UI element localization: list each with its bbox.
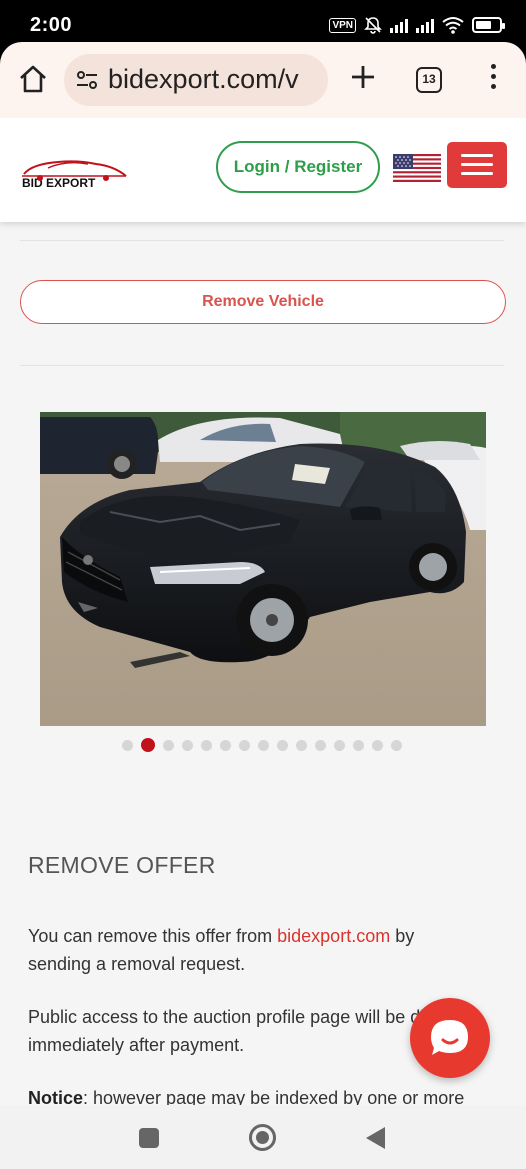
url-text[interactable]: bidexport.com/v: [108, 64, 299, 95]
remove-offer-paragraph-1: You can remove this offer from bidexport…: [28, 922, 478, 978]
signal-icon: [390, 17, 408, 33]
web-page: BID EXPORT Login / Register Remove Vehic…: [0, 118, 526, 1105]
bidexport-logo[interactable]: BID EXPORT: [18, 156, 130, 192]
signal-icon-2: [416, 17, 434, 33]
carousel-dot[interactable]: [353, 739, 364, 751]
site-settings-icon[interactable]: [76, 70, 98, 90]
bell-muted-icon: [364, 17, 382, 34]
carousel-dot[interactable]: [141, 738, 155, 752]
battery-icon: [472, 17, 505, 33]
back-button[interactable]: [366, 1127, 385, 1149]
browser-toolbar: bidexport.com/v 13: [0, 42, 526, 118]
divider: [20, 365, 504, 366]
tab-switcher-button[interactable]: 13: [416, 67, 442, 93]
p1-text-before: You can remove this offer from: [28, 926, 278, 946]
login-register-button[interactable]: Login / Register: [216, 141, 380, 193]
home-button[interactable]: [249, 1124, 276, 1151]
remove-vehicle-button[interactable]: Remove Vehicle: [20, 280, 506, 324]
more-options-icon[interactable]: [488, 64, 498, 94]
notice-label: Notice: [28, 1088, 84, 1105]
logo-text: BID EXPORT: [22, 176, 96, 190]
vpn-icon: VPN: [329, 17, 356, 33]
carousel-dot[interactable]: [296, 739, 307, 751]
chat-bubble-icon: [431, 1020, 468, 1055]
home-icon[interactable]: [16, 62, 50, 96]
carousel-dot[interactable]: [182, 739, 193, 751]
carousel-dot[interactable]: [163, 739, 174, 751]
status-time: 2:00: [30, 14, 73, 36]
chat-button[interactable]: [410, 998, 490, 1078]
carousel-dot[interactable]: [334, 739, 345, 751]
divider: [20, 240, 504, 241]
carousel-dots: [122, 738, 402, 752]
vehicle-photo[interactable]: [40, 412, 486, 726]
us-flag-icon[interactable]: [393, 154, 441, 182]
new-tab-icon[interactable]: [350, 64, 376, 90]
remove-offer-title: REMOVE OFFER: [28, 852, 216, 878]
carousel-dot[interactable]: [277, 739, 288, 751]
hamburger-menu-button[interactable]: [447, 142, 507, 188]
carousel-dot[interactable]: [391, 739, 402, 751]
bidexport-link[interactable]: bidexport.com: [277, 926, 390, 946]
carousel-dot[interactable]: [258, 739, 269, 751]
site-header: BID EXPORT Login / Register: [0, 118, 526, 222]
carousel-dot[interactable]: [315, 739, 326, 751]
carousel-dot[interactable]: [122, 739, 133, 751]
wifi-icon: [442, 17, 464, 34]
carousel-dot[interactable]: [372, 739, 383, 751]
carousel-dot[interactable]: [239, 739, 250, 751]
remove-offer-paragraph-3: Notice: however page may be indexed by o…: [28, 1084, 478, 1105]
notice-text: : however page may be indexed by one or …: [83, 1088, 465, 1105]
recent-apps-button[interactable]: [139, 1128, 159, 1148]
url-bar[interactable]: bidexport.com/v: [64, 54, 328, 106]
status-icons: VPN: [329, 16, 505, 34]
system-nav-bar: [0, 1105, 526, 1169]
carousel-dot[interactable]: [220, 739, 231, 751]
carousel-dot[interactable]: [201, 739, 212, 751]
